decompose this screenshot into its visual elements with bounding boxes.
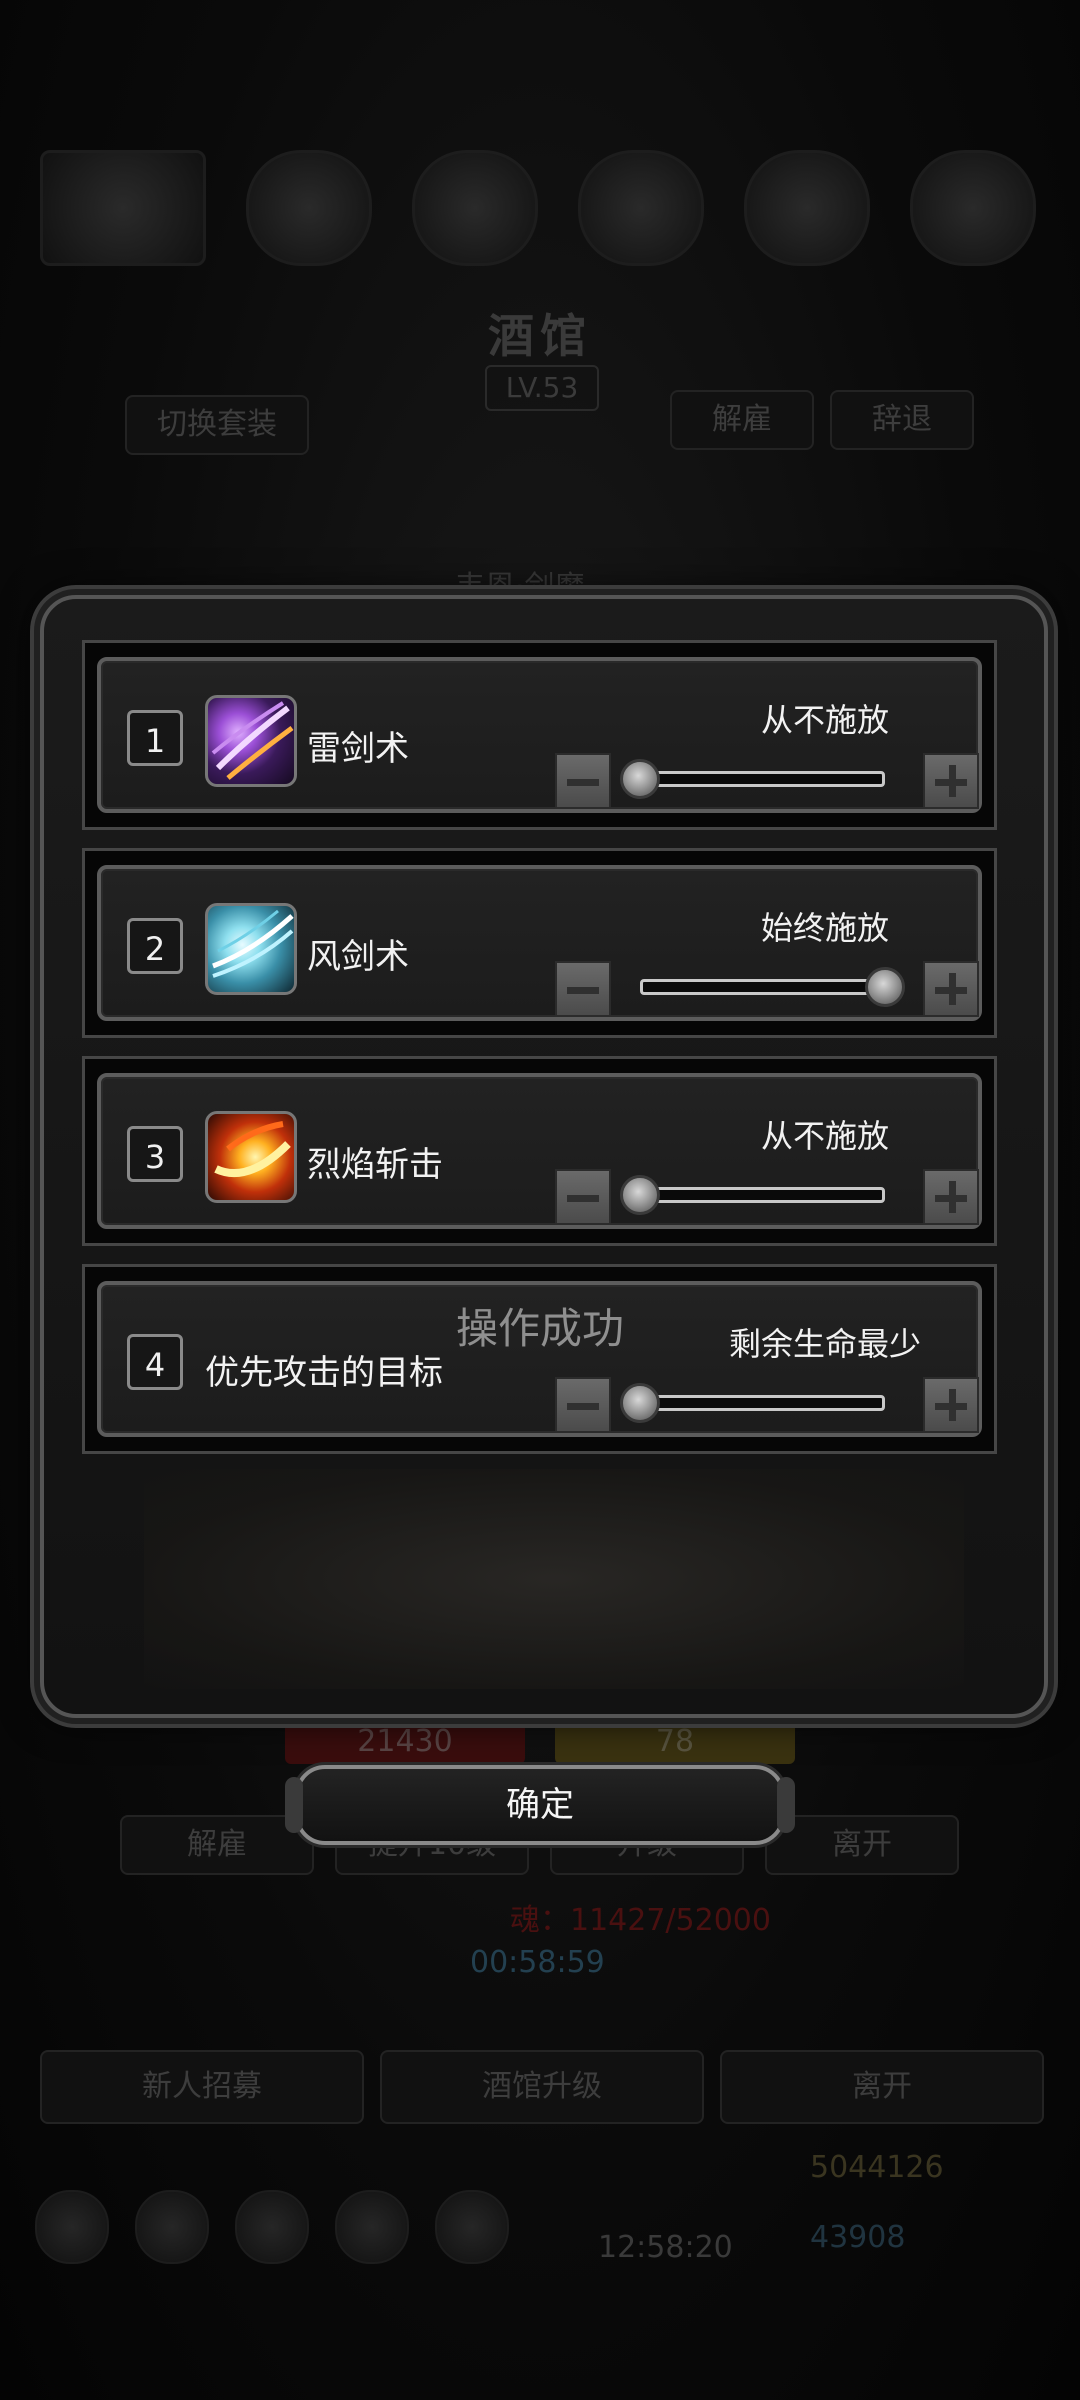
wind-sword-icon [205, 903, 297, 995]
bg-tab-hero-icon [40, 150, 206, 266]
bg-power-bar: 78 [555, 1720, 795, 1764]
increase-button[interactable] [923, 961, 979, 1017]
skill-mode-label: 从不施放 [760, 1117, 889, 1155]
bg-tab-icon [578, 150, 704, 266]
skill-slider-knob[interactable] [620, 1175, 660, 1215]
skill-name: 雷剑术 [307, 729, 409, 769]
skill-slider-track[interactable] [640, 1187, 885, 1203]
decrease-button[interactable] [555, 961, 611, 1017]
bg-level: LV.53 [485, 365, 599, 411]
flame-slash-icon [205, 1111, 297, 1203]
bg-fire-button: 辞退 [830, 390, 974, 450]
decrease-button[interactable] [555, 1377, 611, 1433]
skill-name: 烈焰斩击 [307, 1145, 443, 1185]
bg-dismiss-button: 解雇 [670, 390, 814, 450]
increase-button[interactable] [923, 753, 979, 809]
bg-recruit: 新人招募 [40, 2050, 364, 2124]
bg-menu-icon [235, 2190, 309, 2264]
target-slider-knob[interactable] [620, 1383, 660, 1423]
target-mode-label: 剩余生命最少 [728, 1325, 921, 1363]
skill-slider-track[interactable] [640, 979, 885, 995]
bg-menu-icon [135, 2190, 209, 2264]
bg-gold: 5044126 [810, 2150, 944, 2185]
decrease-button[interactable] [555, 753, 611, 809]
bg-tavern-upgrade: 酒馆升级 [380, 2050, 704, 2124]
increase-button[interactable] [923, 1169, 979, 1225]
bg-menu-icon [335, 2190, 409, 2264]
bg-hp-bar: 21430 [285, 1720, 525, 1764]
bg-menu-icon [35, 2190, 109, 2264]
bg-gems: 43908 [810, 2220, 906, 2255]
thunder-sword-icon [205, 695, 297, 787]
skill-row-1: 1 雷剑术 从不施放 [82, 640, 997, 830]
increase-button[interactable] [923, 1377, 979, 1433]
bg-tab-icon [744, 150, 870, 266]
bg-clock: 12:58:20 [598, 2230, 733, 2265]
bg-switch-set-button: 切换套装 [125, 395, 309, 455]
skill-index-badge: 2 [127, 918, 183, 974]
skill-index-badge: 1 [127, 710, 183, 766]
row-index-badge: 4 [127, 1334, 183, 1390]
decrease-button[interactable] [555, 1169, 611, 1225]
skill-mode-label: 始终施放 [760, 909, 889, 947]
target-slider-track[interactable] [640, 1395, 885, 1411]
confirm-button[interactable]: 确定 [285, 1765, 795, 1845]
skill-slider-knob[interactable] [620, 759, 660, 799]
skill-row-2: 2 风剑术 始终施放 [82, 848, 997, 1038]
bg-tab-icon [412, 150, 538, 266]
skill-slider-knob[interactable] [865, 967, 905, 1007]
skill-mode-label: 从不施放 [760, 701, 889, 739]
target-priority-row: 4 优先攻击的目标 剩余生命最少 [82, 1264, 997, 1454]
bg-leave: 离开 [720, 2050, 1044, 2124]
background-tab-bar [30, 150, 1050, 266]
bg-title: 酒馆 [488, 309, 592, 363]
bg-tab-icon [910, 150, 1036, 266]
bg-timer: 00:58:59 [470, 1945, 605, 1980]
skill-name: 风剑术 [307, 937, 409, 977]
target-priority-label: 优先攻击的目标 [205, 1353, 443, 1393]
bg-soul: 魂：11427/52000 [510, 1903, 771, 1938]
skill-slider-track[interactable] [640, 771, 885, 787]
dialog-texture [144, 1469, 964, 1689]
skill-index-badge: 3 [127, 1126, 183, 1182]
bg-tab-icon [246, 150, 372, 266]
bg-menu-icon [435, 2190, 509, 2264]
skill-row-3: 3 烈焰斩击 从不施放 [82, 1056, 997, 1246]
